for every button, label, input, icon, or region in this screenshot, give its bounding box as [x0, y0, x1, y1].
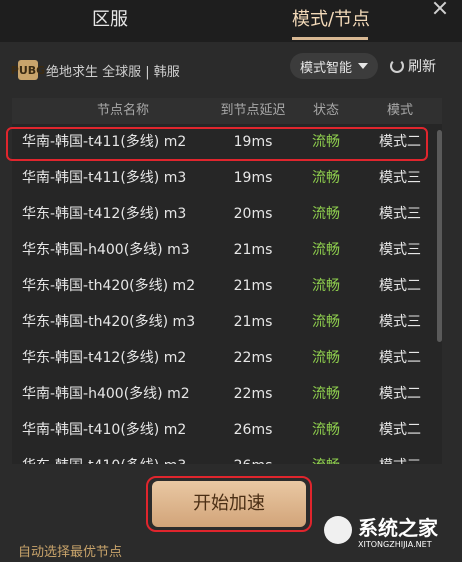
refresh-button[interactable]: 刷新	[390, 56, 436, 76]
node-status: 流畅	[312, 278, 340, 294]
table-row[interactable]: 华东-韩国-t412(多线) m3 20ms 流畅 模式三	[12, 196, 438, 232]
watermark-url: XITONGZHIJIA.NET	[358, 540, 432, 549]
tab-region[interactable]: 区服	[60, 0, 160, 42]
chevron-down-icon	[358, 63, 368, 69]
table-row[interactable]: 华东-韩国-t410(多线) m3 26ms 流畅 模式三	[12, 448, 438, 464]
table-row[interactable]: 华南-韩国-t410(多线) m2 26ms 流畅 模式二	[12, 412, 438, 448]
game-logo: PUBG	[11, 60, 45, 80]
node-name: 华东-韩国-th420(多线) m3	[22, 314, 196, 330]
node-status: 流畅	[312, 422, 340, 438]
node-name: 华东-韩国-t410(多线) m3	[22, 448, 186, 464]
game-info: PUBG 绝地求生 全球服 | 韩服	[11, 58, 180, 82]
table-header: 节点名称 到节点延迟 状态 模式	[12, 98, 442, 124]
node-mode: 模式三	[379, 314, 421, 330]
table-row[interactable]: 华南-韩国-h400(多线) m2 22ms 流畅 模式二	[12, 376, 438, 412]
node-mode: 模式二	[379, 350, 421, 366]
selected-row-highlight	[6, 127, 428, 161]
header-latency: 到节点延迟	[220, 103, 286, 118]
node-mode: 模式二	[379, 422, 421, 438]
node-name: 华南-韩国-t410(多线) m2	[22, 422, 187, 438]
node-status: 流畅	[312, 386, 340, 402]
close-icon[interactable]	[432, 0, 448, 16]
header-node-name: 节点名称	[96, 103, 149, 118]
watermark-logo	[324, 516, 352, 544]
node-name: 华东-韩国-th420(多线) m2	[22, 278, 196, 294]
node-mode: 模式三	[379, 170, 421, 186]
node-status: 流畅	[312, 314, 340, 330]
refresh-label: 刷新	[408, 59, 436, 75]
watermark-title: 系统之家	[358, 516, 438, 540]
top-tab-bar: 区服 模式/节点	[0, 0, 462, 42]
header-status: 状态	[312, 103, 339, 118]
table-row[interactable]: 华东-韩国-h400(多线) m3 21ms 流畅 模式三	[12, 232, 438, 268]
tab-mode-node[interactable]: 模式/节点	[276, 0, 386, 42]
node-status: 流畅	[306, 448, 346, 464]
node-mode: 模式三	[379, 242, 421, 258]
active-tab-indicator	[292, 37, 368, 40]
header-mode: 模式	[386, 103, 413, 118]
node-name: 华东-韩国-h400(多线) m3	[22, 242, 190, 258]
auto-select-hint[interactable]: 自动选择最优节点	[18, 541, 122, 560]
node-status: 流畅	[312, 170, 340, 186]
mode-select-value: 模式智能	[299, 60, 352, 76]
node-mode: 模式二	[379, 386, 421, 402]
table-row[interactable]: 华东-韩国-t412(多线) m2 22ms 流畅 模式二	[12, 340, 438, 376]
node-name: 华南-韩国-h400(多线) m2	[22, 386, 190, 402]
table-row[interactable]: 华东-韩国-th420(多线) m2 21ms 流畅 模式二	[12, 268, 438, 304]
node-status: 流畅	[312, 206, 340, 222]
node-latency: 26ms	[233, 422, 273, 438]
node-latency: 21ms	[233, 242, 273, 258]
node-mode: 模式三	[370, 448, 430, 464]
refresh-icon	[390, 59, 404, 73]
node-status: 流畅	[312, 350, 340, 366]
node-latency: 22ms	[233, 386, 273, 402]
table-row[interactable]: 华南-韩国-t411(多线) m3 19ms 流畅 模式三	[12, 160, 438, 196]
node-name: 华南-韩国-t411(多线) m3	[22, 170, 187, 186]
node-latency: 26ms	[218, 448, 288, 464]
node-latency: 22ms	[233, 350, 273, 366]
mode-select[interactable]: 模式智能	[290, 53, 378, 79]
table-row[interactable]: 华东-韩国-th420(多线) m3 21ms 流畅 模式三	[12, 304, 438, 340]
node-latency: 19ms	[233, 170, 273, 186]
node-name: 华东-韩国-t412(多线) m3	[22, 206, 187, 222]
node-latency: 20ms	[233, 206, 273, 222]
node-latency: 21ms	[233, 278, 273, 294]
node-status: 流畅	[312, 242, 340, 258]
game-name: 绝地求生 全球服 | 韩服	[46, 64, 180, 80]
node-mode: 模式二	[379, 278, 421, 294]
start-acceleration-button[interactable]: 开始加速	[152, 481, 306, 527]
node-mode: 模式三	[379, 206, 421, 222]
table-scrollbar[interactable]	[437, 130, 442, 342]
node-name: 华东-韩国-t412(多线) m2	[22, 350, 187, 366]
watermark: 系统之家 XITONGZHIJIA.NET	[324, 510, 456, 554]
node-latency: 21ms	[233, 314, 273, 330]
